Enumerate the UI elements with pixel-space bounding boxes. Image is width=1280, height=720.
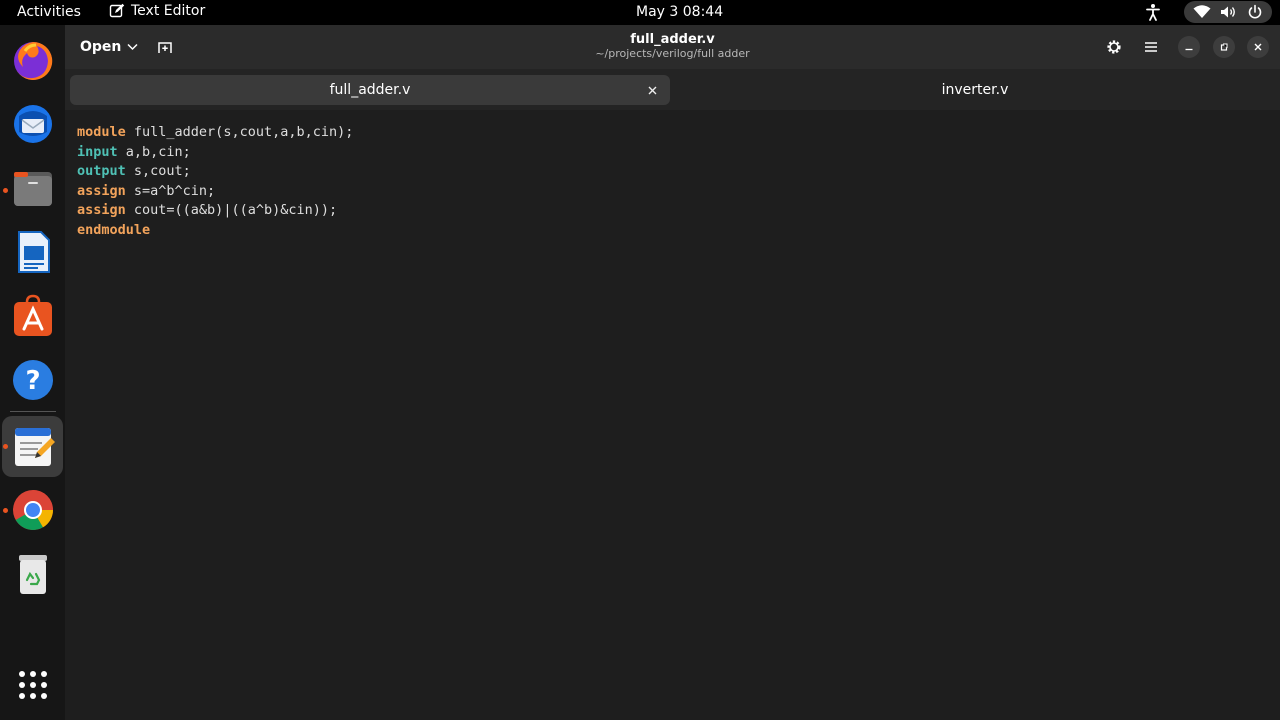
activities-button[interactable]: Activities xyxy=(17,4,81,20)
dock: ? xyxy=(0,25,65,720)
tab-bar: full_adder.v inverter.v xyxy=(65,69,1280,110)
code-line: assign s=a^b^cin; xyxy=(77,182,1280,202)
writer-icon[interactable] xyxy=(10,229,56,275)
app-center-icon[interactable] xyxy=(10,293,56,339)
chrome-icon[interactable] xyxy=(10,487,56,533)
tab-label: full_adder.v xyxy=(329,82,411,98)
new-tab-button[interactable] xyxy=(151,33,179,61)
header-bar: Open full_adder.v ~/projects/verilog/ful… xyxy=(65,25,1280,69)
wifi-icon xyxy=(1193,5,1211,18)
power-icon xyxy=(1248,4,1262,19)
svg-text:?: ? xyxy=(25,366,40,396)
files-icon[interactable] xyxy=(10,165,56,211)
trash-icon[interactable] xyxy=(10,551,56,597)
app-menu[interactable]: Text Editor xyxy=(109,3,205,19)
window-title: full_adder.v xyxy=(630,32,715,47)
settings-button[interactable] xyxy=(1102,35,1126,59)
code-text: s=a^b^cin; xyxy=(125,182,216,199)
open-button[interactable]: Open xyxy=(73,33,145,61)
code-line: input a,b,cin; xyxy=(77,143,1280,163)
code-line: endmodule xyxy=(77,221,1280,241)
code-keyword: assign xyxy=(77,182,126,199)
text-editor-running-indicator xyxy=(3,444,8,449)
close-icon xyxy=(1254,43,1262,51)
code-line: output s,cout; xyxy=(77,162,1280,182)
code-line: assign cout=((a&b)|((a^b)&cin)); xyxy=(77,201,1280,221)
firefox-icon[interactable] xyxy=(10,38,56,84)
open-label: Open xyxy=(80,39,122,55)
minimize-icon xyxy=(1185,48,1193,51)
close-icon xyxy=(648,86,656,94)
code-keyword: output xyxy=(77,163,126,180)
top-bar: Activities Text Editor May 3 08:44 xyxy=(0,0,1280,25)
tab-full-adder[interactable]: full_adder.v xyxy=(70,75,670,105)
text-editor-window: Open full_adder.v ~/projects/verilog/ful… xyxy=(65,25,1280,720)
chrome-running-indicator xyxy=(3,508,8,513)
thunderbird-icon[interactable] xyxy=(10,101,56,147)
tab-label: inverter.v xyxy=(941,82,1009,98)
system-status-menu[interactable] xyxy=(1184,1,1272,23)
window-subtitle: ~/projects/verilog/full adder xyxy=(595,47,750,60)
code-keyword: endmodule xyxy=(77,221,151,238)
app-grid-icon[interactable] xyxy=(10,662,56,708)
chevron-down-icon xyxy=(127,43,138,51)
window-title-area: full_adder.v ~/projects/verilog/full add… xyxy=(515,32,830,60)
close-window-button[interactable] xyxy=(1247,36,1269,58)
new-tab-icon xyxy=(158,42,172,53)
volume-icon xyxy=(1221,6,1235,18)
tab-inverter[interactable]: inverter.v xyxy=(673,75,1277,105)
dock-separator xyxy=(10,411,56,412)
text-editor-app-icon xyxy=(109,3,125,18)
text-editor-icon[interactable] xyxy=(10,423,56,469)
code-text: s,cout; xyxy=(125,163,191,180)
app-name: Text Editor xyxy=(131,3,206,19)
clock[interactable]: May 3 08:44 xyxy=(636,4,723,20)
minimize-button[interactable] xyxy=(1178,36,1200,58)
files-running-indicator xyxy=(3,188,8,193)
accessibility-icon[interactable] xyxy=(1145,3,1161,25)
help-icon[interactable]: ? xyxy=(10,357,56,403)
maximize-button[interactable] xyxy=(1213,36,1235,58)
code-keyword: assign xyxy=(77,202,126,219)
code-text: cout=((a&b)|((a^b)&cin)); xyxy=(125,202,338,219)
code-editor[interactable]: module full_adder(s,cout,a,b,cin); input… xyxy=(65,110,1280,720)
gear-icon xyxy=(1107,40,1121,54)
restore-icon xyxy=(1220,43,1228,51)
code-keyword: module xyxy=(77,124,126,140)
main-menu-button[interactable] xyxy=(1139,35,1163,59)
code-text: a,b,cin; xyxy=(117,143,191,160)
code-text: full_adder(s,cout,a,b,cin); xyxy=(125,124,354,140)
code-keyword: input xyxy=(77,143,118,160)
code-line: module full_adder(s,cout,a,b,cin); xyxy=(77,123,1280,143)
tab-close-button[interactable] xyxy=(642,80,662,100)
hamburger-menu-icon xyxy=(1145,42,1157,52)
